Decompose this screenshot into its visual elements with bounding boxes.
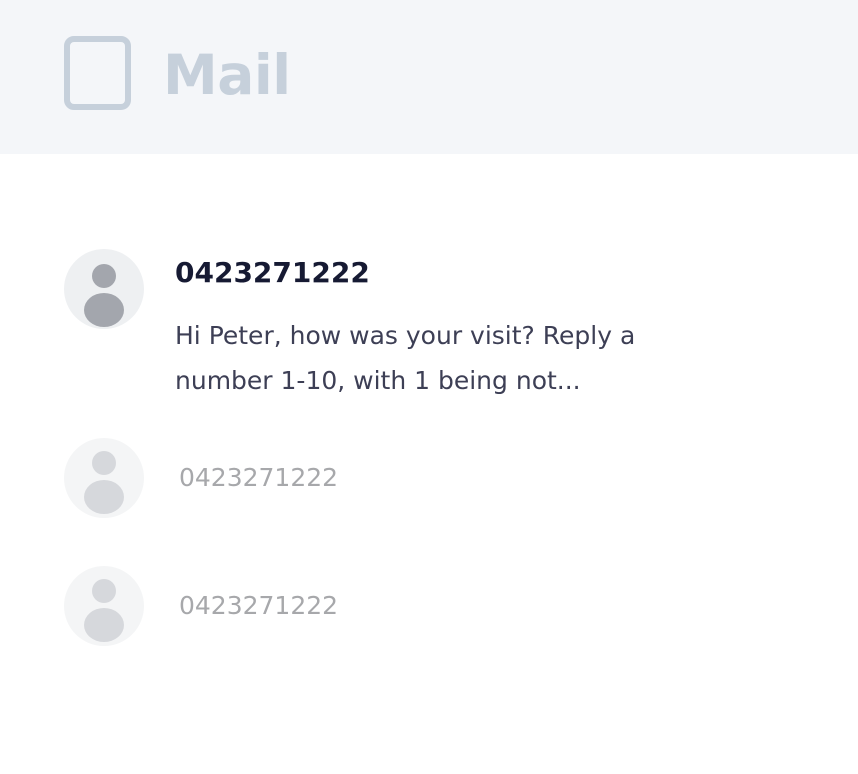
thread-sender: 0423271222: [179, 463, 339, 492]
person-icon: [84, 264, 124, 327]
avatar: [64, 566, 144, 646]
app-title: Mail: [163, 43, 291, 107]
app-header: Mail: [0, 0, 858, 154]
thread-sender: 0423271222: [179, 591, 339, 620]
person-icon: [84, 451, 124, 514]
avatar: [64, 249, 144, 329]
avatar: [64, 438, 144, 518]
person-icon: [84, 579, 124, 642]
thread-sender: 0423271222: [175, 256, 370, 289]
app-square-icon: [64, 36, 131, 110]
thread-preview: Hi Peter, how was your visit? Reply a nu…: [175, 321, 636, 395]
